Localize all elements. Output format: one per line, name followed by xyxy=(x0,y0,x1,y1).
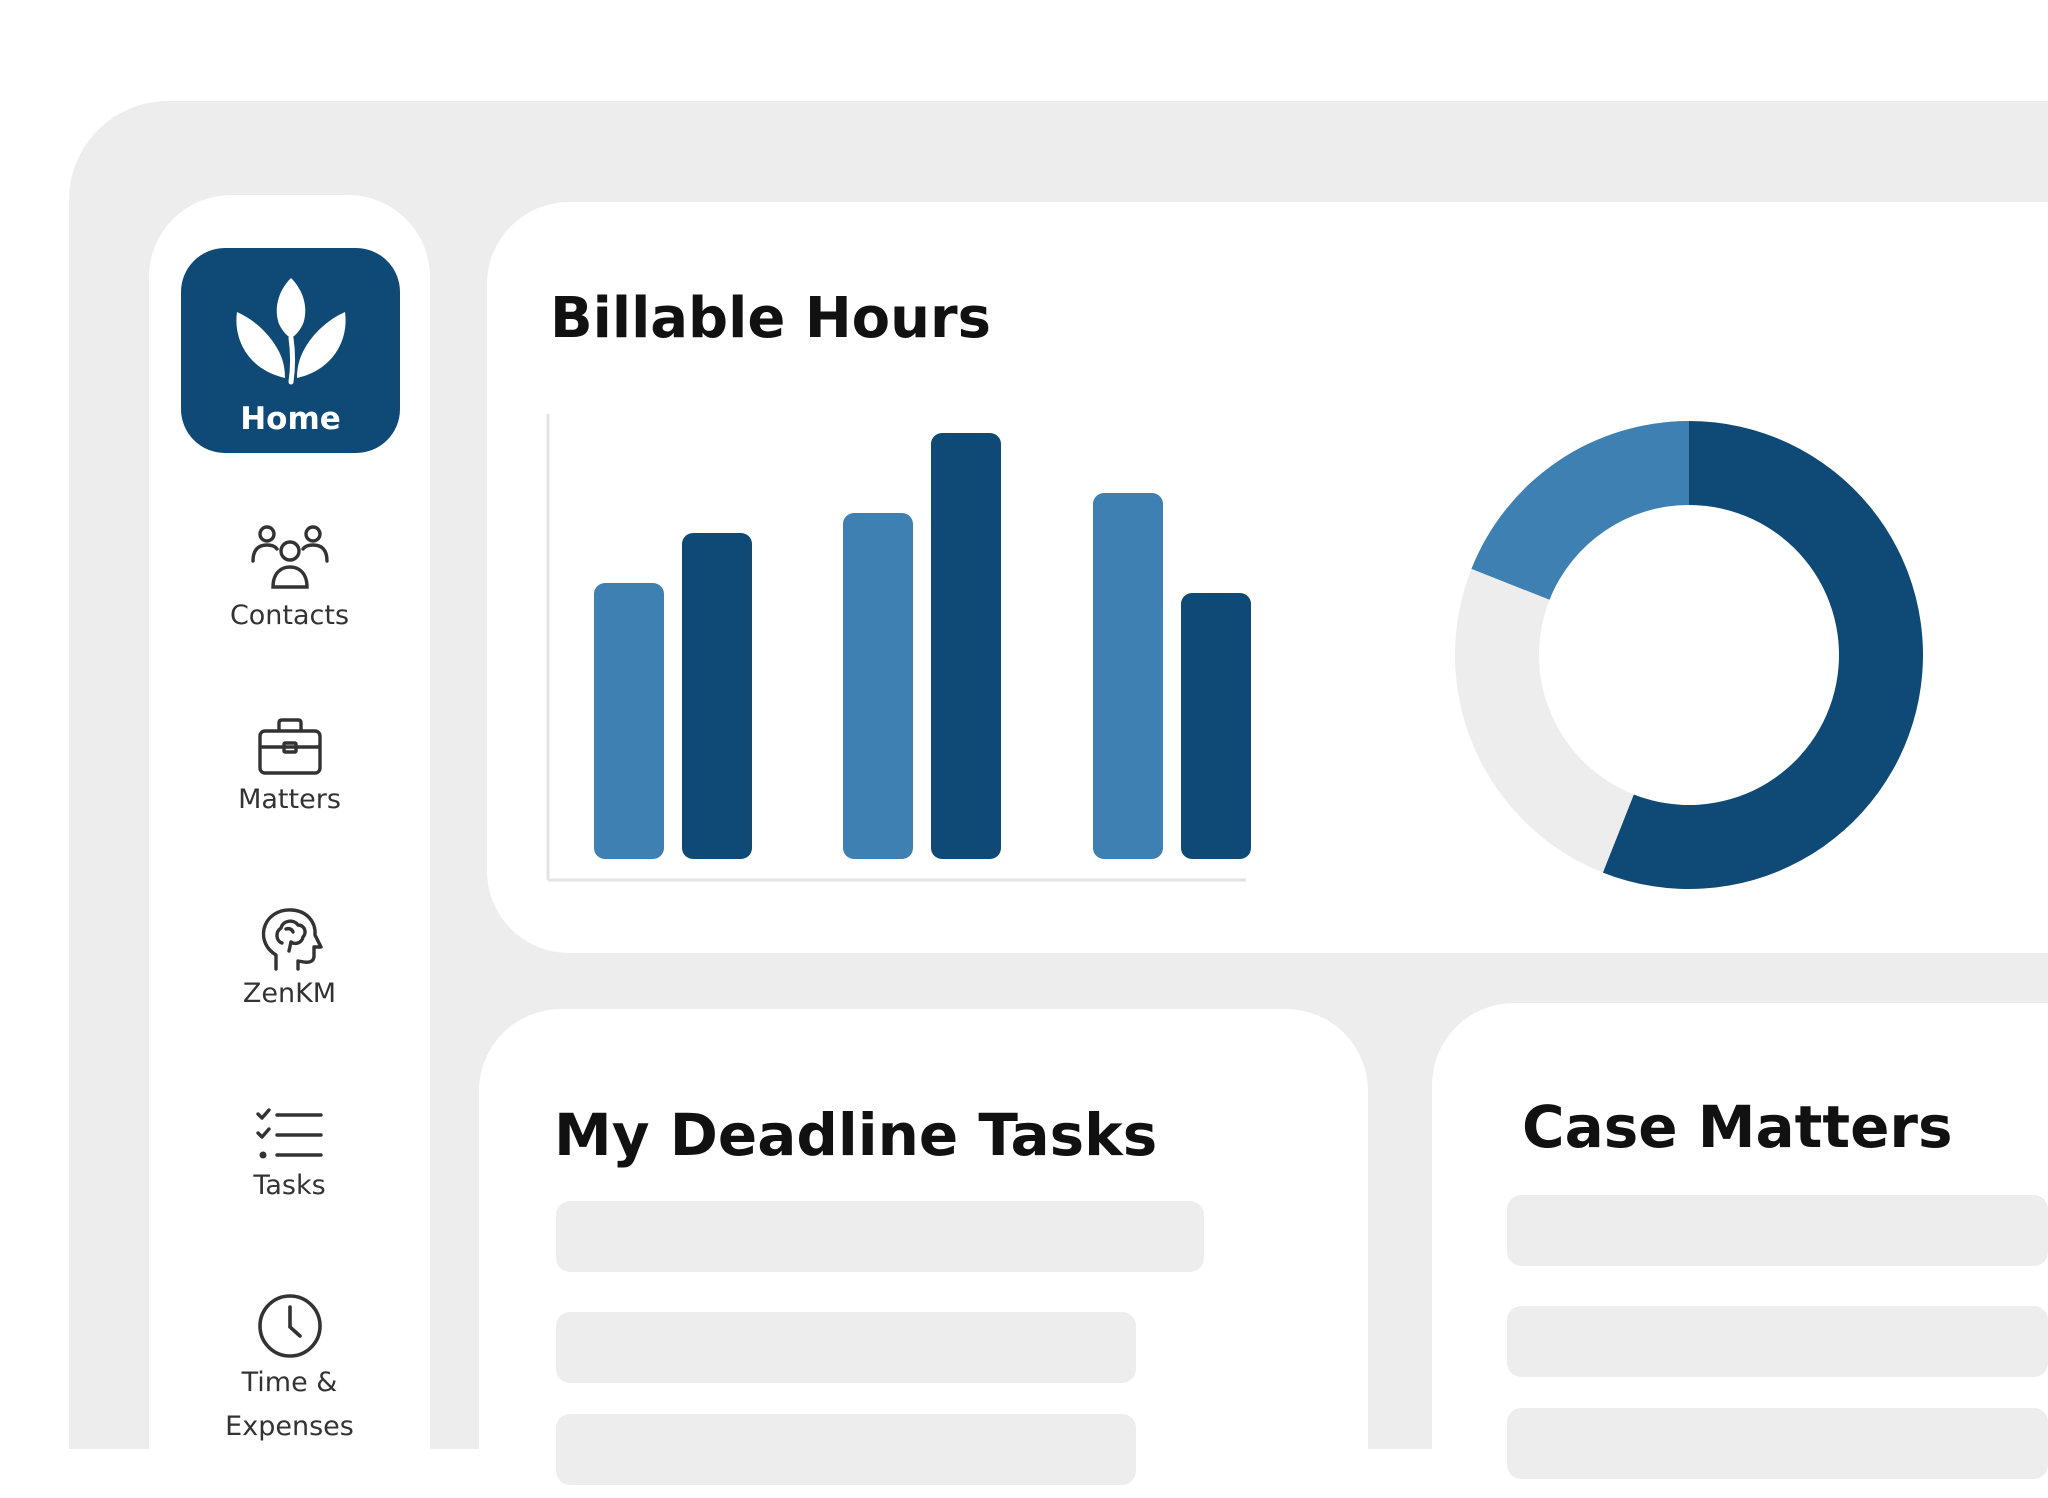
task-row-placeholder[interactable] xyxy=(556,1312,1136,1383)
billable-hours-card: Billable Hours xyxy=(487,202,2048,953)
billable-hours-donut-chart xyxy=(1455,421,1923,889)
billable-hours-title: Billable Hours xyxy=(550,286,991,351)
sidebar-item-contacts[interactable]: Contacts xyxy=(149,525,430,639)
bar-series2-group1 xyxy=(682,533,752,859)
head-brain-icon xyxy=(261,908,323,971)
matter-row-placeholder[interactable] xyxy=(1507,1306,2048,1377)
sidebar-item-tasks[interactable]: Tasks xyxy=(149,1107,430,1209)
sidebar-item-label: Time & xyxy=(241,1367,338,1398)
bar-series1-group2 xyxy=(843,513,913,859)
billable-hours-bar-chart xyxy=(546,414,1251,882)
bar-series2-group3 xyxy=(1181,593,1251,859)
checklist-icon xyxy=(255,1108,323,1159)
sidebar-item-home[interactable]: Home xyxy=(181,248,400,453)
sidebar-item-label-line2: Expenses xyxy=(225,1411,354,1442)
matter-row-placeholder[interactable] xyxy=(1507,1408,2048,1479)
bar-series1-group3 xyxy=(1093,493,1163,859)
deadline-tasks-card: My Deadline Tasks xyxy=(479,1009,1368,1485)
bar-series1-group1 xyxy=(594,583,664,859)
sidebar-item-label: ZenKM xyxy=(242,978,337,1009)
lotus-icon xyxy=(236,278,346,385)
sidebar-nav: Home Contacts Matters ZenKM Tasks Time &… xyxy=(149,195,430,1449)
donut-slice-3 xyxy=(1471,421,1689,600)
matter-row-placeholder[interactable] xyxy=(1507,1195,2048,1266)
bar-series2-group2 xyxy=(931,433,1001,859)
case-matters-title: Case Matters xyxy=(1522,1093,1953,1161)
donut-slice-2 xyxy=(1455,568,1634,873)
deadline-tasks-title: My Deadline Tasks xyxy=(554,1101,1158,1169)
contacts-icon xyxy=(250,525,329,589)
sidebar-item-label: Contacts xyxy=(229,600,350,631)
sidebar-item-label: Home xyxy=(240,401,341,437)
sidebar-item-time-expenses[interactable]: Time & Expenses xyxy=(149,1292,430,1450)
sidebar-item-label: Tasks xyxy=(253,1170,326,1201)
sidebar-item-label: Matters xyxy=(238,784,341,815)
clock-icon xyxy=(257,1294,322,1358)
briefcase-icon xyxy=(257,718,322,775)
task-row-placeholder[interactable] xyxy=(556,1201,1204,1272)
case-matters-card: Case Matters xyxy=(1432,1003,2048,1479)
sidebar-item-zenkm[interactable]: ZenKM xyxy=(149,907,430,1017)
sidebar-item-matters[interactable]: Matters xyxy=(149,717,430,823)
task-row-placeholder[interactable] xyxy=(556,1414,1136,1485)
